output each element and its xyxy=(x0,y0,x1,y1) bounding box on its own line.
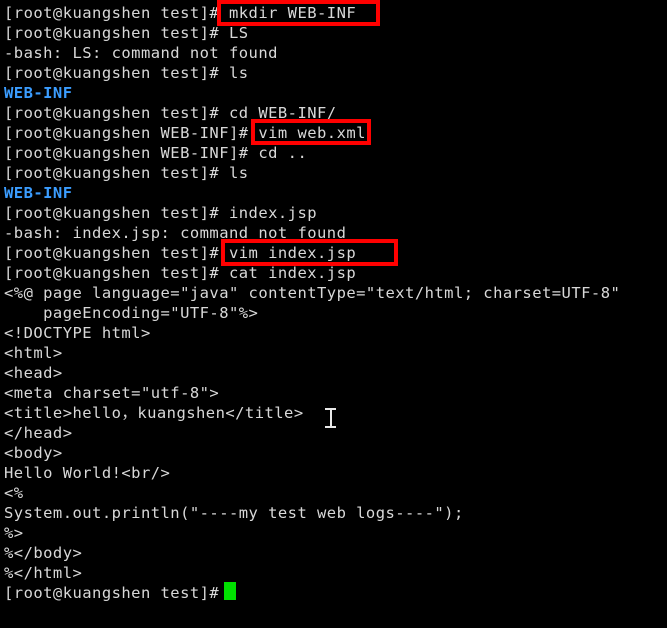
terminal-line: <head> xyxy=(4,364,63,382)
terminal-cursor xyxy=(224,582,236,600)
terminal-line: -bash: index.jsp: command not found xyxy=(4,224,347,242)
terminal-line: %</html> xyxy=(4,564,83,582)
terminal-line: <!DOCTYPE html> xyxy=(4,324,151,342)
terminal-line: <meta charset="utf-8"> xyxy=(4,384,220,402)
terminal-line: System.out.println("----my test web logs… xyxy=(4,504,464,522)
terminal-line: -bash: LS: command not found xyxy=(4,44,278,62)
terminal-line: [root@kuangshen test]# index.jsp xyxy=(4,204,318,222)
terminal-line-directory: WEB-INF xyxy=(4,84,73,102)
terminal-line: %</body> xyxy=(4,544,83,562)
terminal-line: Hello World!<br/> xyxy=(4,464,171,482)
terminal-line: <body> xyxy=(4,444,63,462)
terminal-line: <html> xyxy=(4,344,63,362)
terminal-window[interactable]: [root@kuangshen test]# mkdir WEB-INF [roo… xyxy=(0,0,667,628)
terminal-line: [root@kuangshen test]# cd WEB-INF/ xyxy=(4,104,337,122)
terminal-line: %> xyxy=(4,524,24,542)
terminal-line: <title>hello，kuangshen</title> xyxy=(4,404,304,422)
terminal-output-area: [root@kuangshen test]# mkdir WEB-INF [roo… xyxy=(4,3,667,603)
terminal-line: [root@kuangshen test]# xyxy=(4,584,220,602)
terminal-line: [root@kuangshen test]# LS xyxy=(4,24,249,42)
terminal-line: </head> xyxy=(4,424,73,442)
terminal-line: [root@kuangshen test]# ls xyxy=(4,64,249,82)
terminal-line: pageEncoding="UTF-8"%> xyxy=(4,304,259,322)
terminal-line: [root@kuangshen test]# mkdir WEB-INF xyxy=(4,4,357,22)
terminal-line-directory: WEB-INF xyxy=(4,184,73,202)
terminal-line: [root@kuangshen WEB-INF]# vim web.xml xyxy=(4,124,366,142)
terminal-line: <% xyxy=(4,484,24,502)
terminal-line: [root@kuangshen test]# vim index.jsp xyxy=(4,244,357,262)
terminal-line: [root@kuangshen test]# cat index.jsp xyxy=(4,264,357,282)
terminal-line: <%@ page language="java" contentType="te… xyxy=(4,284,621,302)
terminal-line: [root@kuangshen WEB-INF]# cd .. xyxy=(4,144,308,162)
terminal-line: [root@kuangshen test]# ls xyxy=(4,164,249,182)
